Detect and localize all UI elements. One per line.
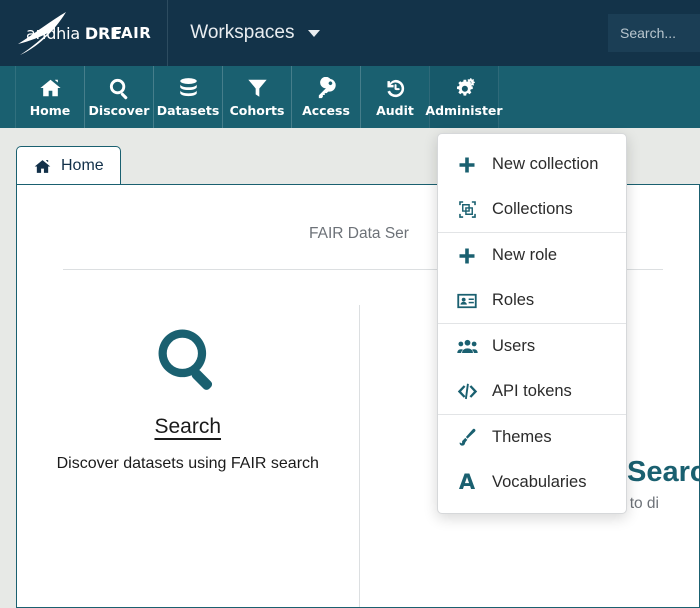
chevron-down-icon — [308, 30, 320, 37]
menu-label-new-collection: New collection — [492, 155, 598, 174]
collections-icon — [456, 200, 478, 219]
app-root: aridhia DRE FAIR Workspaces Home Discove… — [0, 0, 700, 608]
brand-logo[interactable]: aridhia DRE FAIR — [0, 0, 167, 66]
tab-home[interactable]: Home — [16, 146, 121, 185]
menu-label-users: Users — [492, 337, 535, 356]
filter-icon — [246, 76, 269, 100]
global-search-input[interactable] — [608, 14, 700, 52]
top-header: aridhia DRE FAIR Workspaces — [0, 0, 700, 66]
menu-item-users[interactable]: Users — [438, 324, 626, 369]
plus-icon — [456, 156, 478, 174]
nav-label-datasets: Datasets — [157, 103, 220, 118]
id-card-icon — [456, 291, 478, 311]
nav-item-cohorts[interactable]: Cohorts — [222, 66, 292, 128]
menu-label-vocabularies: Vocabularies — [492, 473, 586, 492]
font-icon: A — [456, 472, 478, 493]
brand-name-bold: DRE — [85, 24, 121, 43]
nav-item-access[interactable]: Access — [291, 66, 361, 128]
history-icon — [384, 76, 407, 100]
key-icon — [315, 76, 338, 100]
gears-icon — [452, 76, 477, 100]
nav-item-discover[interactable]: Discover — [84, 66, 154, 128]
card-desc-search: Discover datasets using FAIR search — [57, 455, 319, 473]
home-icon — [38, 76, 63, 100]
users-icon — [456, 338, 478, 355]
menu-item-api-tokens[interactable]: API tokens — [438, 369, 626, 414]
nav-item-home[interactable]: Home — [15, 66, 85, 128]
plus-icon — [456, 247, 478, 265]
database-icon — [177, 76, 200, 100]
nav-label-audit: Audit — [376, 103, 414, 118]
code-icon — [456, 383, 478, 400]
nav-label-home: Home — [30, 103, 71, 118]
paintbrush-icon — [456, 428, 478, 447]
dropdown-group-collections: New collection Collections — [438, 142, 626, 232]
nav-item-audit[interactable]: Audit — [360, 66, 430, 128]
menu-label-new-role: New role — [492, 246, 557, 265]
search-icon — [154, 325, 222, 393]
brand-wordmark: aridhia DRE — [26, 24, 121, 43]
nav-label-administer: Administer — [425, 103, 502, 118]
dropdown-group-users: Users API tokens — [438, 323, 626, 414]
nav-item-datasets[interactable]: Datasets — [153, 66, 223, 128]
workspaces-label: Workspaces — [190, 22, 294, 44]
menu-label-themes: Themes — [492, 428, 552, 447]
brand-name-light: aridhia — [26, 24, 85, 43]
menu-label-api-tokens: API tokens — [492, 382, 572, 401]
card-search: Search Discover datasets using FAIR sear… — [17, 305, 359, 608]
menu-label-collections: Collections — [492, 200, 573, 219]
menu-item-roles[interactable]: Roles — [438, 278, 626, 323]
nav-label-access: Access — [302, 103, 350, 118]
main-navigation: Home Discover Datasets Cohorts — [0, 66, 700, 128]
tab-label-home: Home — [61, 157, 104, 175]
administer-dropdown-menu: New collection Collections New role — [437, 133, 627, 514]
card-title-search[interactable]: Search — [154, 415, 221, 439]
menu-item-new-collection[interactable]: New collection — [438, 142, 626, 187]
home-icon — [33, 158, 52, 175]
tab-strip: Home — [16, 146, 121, 185]
search-icon — [108, 76, 131, 100]
workspaces-menu[interactable]: Workspaces — [168, 0, 342, 66]
menu-label-roles: Roles — [492, 291, 534, 310]
menu-item-new-role[interactable]: New role — [438, 233, 626, 278]
letter-a-glyph: A — [459, 472, 475, 493]
menu-item-themes[interactable]: Themes — [438, 415, 626, 460]
dropdown-group-roles: New role Roles — [438, 232, 626, 323]
nav-label-cohorts: Cohorts — [230, 103, 285, 118]
page-headline: Search — [627, 456, 700, 489]
menu-item-collections[interactable]: Collections — [438, 187, 626, 232]
dropdown-group-appearance: Themes A Vocabularies — [438, 414, 626, 505]
aridhia-swoosh-icon: aridhia DRE — [14, 10, 80, 56]
menu-item-vocabularies[interactable]: A Vocabularies — [438, 460, 626, 505]
nav-item-administer[interactable]: Administer — [429, 66, 499, 128]
nav-label-discover: Discover — [89, 103, 150, 118]
